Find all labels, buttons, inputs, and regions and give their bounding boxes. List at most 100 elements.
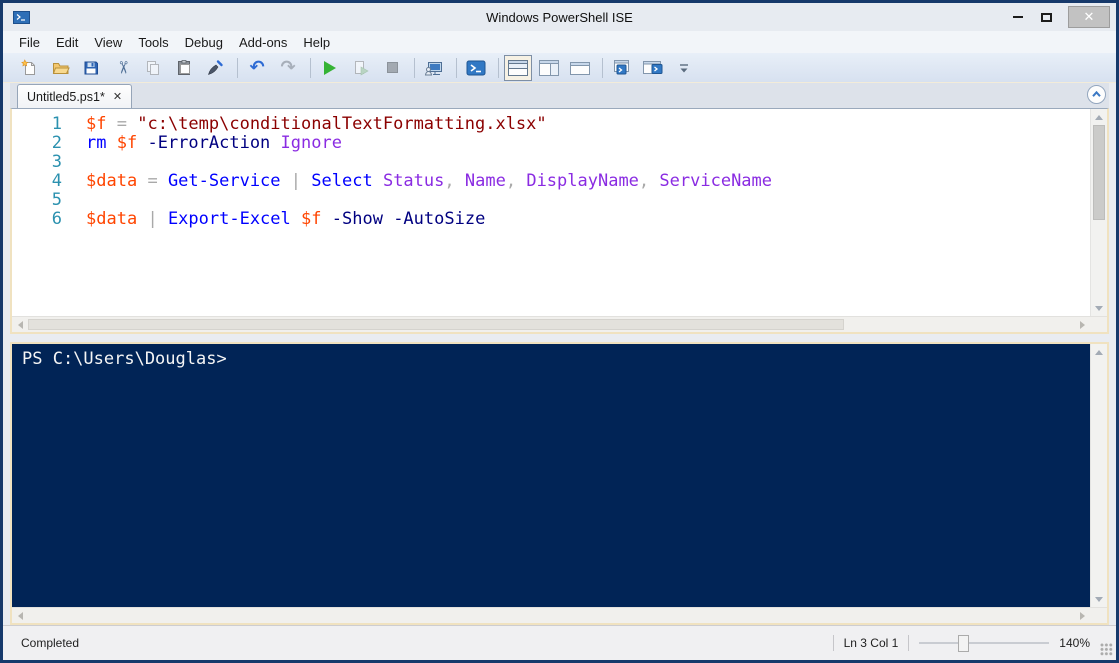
new-script-button[interactable] [15,55,43,81]
toolbar-separator [602,57,603,78]
tab-label: Untitled5.ps1* [27,89,105,104]
powershell-app-icon[interactable] [13,10,30,25]
show-script-pane-right-button[interactable] [535,55,563,81]
scroll-thumb[interactable] [1093,125,1105,220]
maximize-button[interactable] [1032,3,1060,31]
collapse-script-pane-button[interactable] [1087,85,1106,104]
scroll-right-arrow[interactable] [1074,320,1090,329]
console-vertical-scrollbar[interactable] [1090,344,1107,607]
scroll-track[interactable] [1091,360,1107,591]
code-line[interactable]: 1 $f = "c:\temp\conditionalTextFormatting… [12,115,1090,134]
menu-view[interactable]: View [86,33,130,52]
code-line[interactable]: 6 $data | Export-Excel $f -Show -AutoSize [12,210,1090,229]
scroll-track[interactable] [28,317,1074,332]
show-script-pane-maximized-button[interactable] [566,55,594,81]
cut-icon: ✂ [112,60,133,75]
line-number: 2 [51,133,62,153]
triangle-up-icon [1095,349,1103,355]
stop-operation-button[interactable] [378,55,406,81]
chevron-up-icon [1092,90,1101,97]
editor-vertical-scrollbar[interactable] [1090,109,1107,316]
window-controls: ✕ [1004,3,1116,31]
console-prompt[interactable]: PS C:\Users\Douglas> [12,344,1090,607]
open-script-button[interactable] [46,55,74,81]
start-powershell-exe-button[interactable] [462,55,490,81]
paste-icon [178,59,190,75]
script-pane-right-icon [539,59,559,76]
toolbar-overflow-button[interactable] [670,55,698,81]
menu-tools[interactable]: Tools [130,33,176,52]
triangle-right-icon [1079,320,1085,329]
code-line[interactable]: 4 $data = Get-Service | Select Status, Na… [12,172,1090,191]
triangle-up-icon [1095,114,1103,120]
pane-splitter[interactable] [10,334,1109,342]
close-icon: ✕ [1083,9,1095,24]
redo-button[interactable]: ↷ [274,55,302,81]
resize-grip[interactable] [1100,642,1113,656]
scroll-down-arrow[interactable] [1091,591,1107,607]
editor-lines[interactable]: 1 $f = "c:\temp\conditionalTextFormatting… [12,109,1090,316]
undo-icon: ↶ [249,56,265,78]
show-command-add-on-button[interactable] [639,55,667,81]
tab-untitled5[interactable]: Untitled5.ps1* ✕ [17,84,133,108]
content-area: Untitled5.ps1* ✕ 1 $f = "c:\temp\conditio… [3,83,1116,625]
scroll-left-arrow[interactable] [12,611,28,620]
show-script-pane-top-button[interactable] [504,54,532,81]
status-text: Completed [21,636,80,650]
tab-close-icon[interactable]: ✕ [113,90,122,103]
minimize-icon [1013,16,1023,18]
code-line[interactable]: 3 [12,153,1090,172]
zoom-slider[interactable] [919,634,1050,652]
menu-debug[interactable]: Debug [177,33,231,52]
toolbar: ✂ ↶ ↷ [3,53,1116,83]
undo-button[interactable]: ↶ [243,55,271,81]
cut-button[interactable]: ✂ [108,55,136,81]
clear-console-pane-button[interactable] [201,55,229,81]
zoom-slider-thumb[interactable] [958,634,970,652]
code-text: $f = "c:\temp\conditionalTextFormatting.… [86,114,547,134]
run-script-button[interactable] [316,55,344,81]
title-bar[interactable]: Windows PowerShell ISE ✕ [3,3,1116,31]
triangle-left-icon [17,611,23,620]
menu-edit[interactable]: Edit [48,33,86,52]
scroll-up-arrow[interactable] [1091,344,1107,360]
menu-file[interactable]: File [11,33,48,52]
scroll-up-arrow[interactable] [1091,109,1107,125]
toolbar-separator [310,57,311,78]
copy-button[interactable] [139,55,167,81]
script-pane-top-icon [508,59,528,76]
toolbar-separator [456,57,457,78]
powershell-ise-window: Windows PowerShell ISE ✕ File Edit View … [0,0,1119,663]
new-remote-powershell-tab-button[interactable] [420,55,448,81]
editor-horizontal-scrollbar[interactable] [12,316,1107,332]
zoom-slider-track[interactable] [919,642,1050,644]
paste-button[interactable] [170,55,198,81]
scroll-down-arrow[interactable] [1091,300,1107,316]
scroll-left-arrow[interactable] [12,320,28,329]
tab-strip: Untitled5.ps1* ✕ [10,83,1109,108]
menu-help[interactable]: Help [295,33,338,52]
redo-icon: ↷ [280,56,296,78]
show-command-window-button[interactable] [608,55,636,81]
run-selection-icon [355,60,369,76]
code-line[interactable]: 5 [12,191,1090,210]
maximize-icon [1040,12,1052,22]
menu-add-ons[interactable]: Add-ons [231,33,295,52]
triangle-down-icon [1095,305,1103,311]
script-pane-maximized-icon [570,61,590,75]
save-button[interactable] [77,55,105,81]
code-text: $data = Get-Service | Select Status, Nam… [86,171,773,191]
scroll-thumb[interactable] [28,319,844,330]
close-button[interactable]: ✕ [1068,6,1110,28]
scroll-track[interactable] [28,608,1074,623]
scroll-track[interactable] [1091,125,1107,300]
code-line[interactable]: 2 rm $f -ErrorAction Ignore [12,134,1090,153]
triangle-down-icon [1095,596,1103,602]
scroll-right-arrow[interactable] [1074,611,1090,620]
run-selection-button[interactable] [347,55,375,81]
toolbar-separator [414,57,415,78]
new-script-icon [21,58,35,75]
minimize-button[interactable] [1004,3,1032,31]
console-horizontal-scrollbar[interactable] [12,607,1107,623]
script-editor-pane: 1 $f = "c:\temp\conditionalTextFormatting… [10,108,1109,334]
